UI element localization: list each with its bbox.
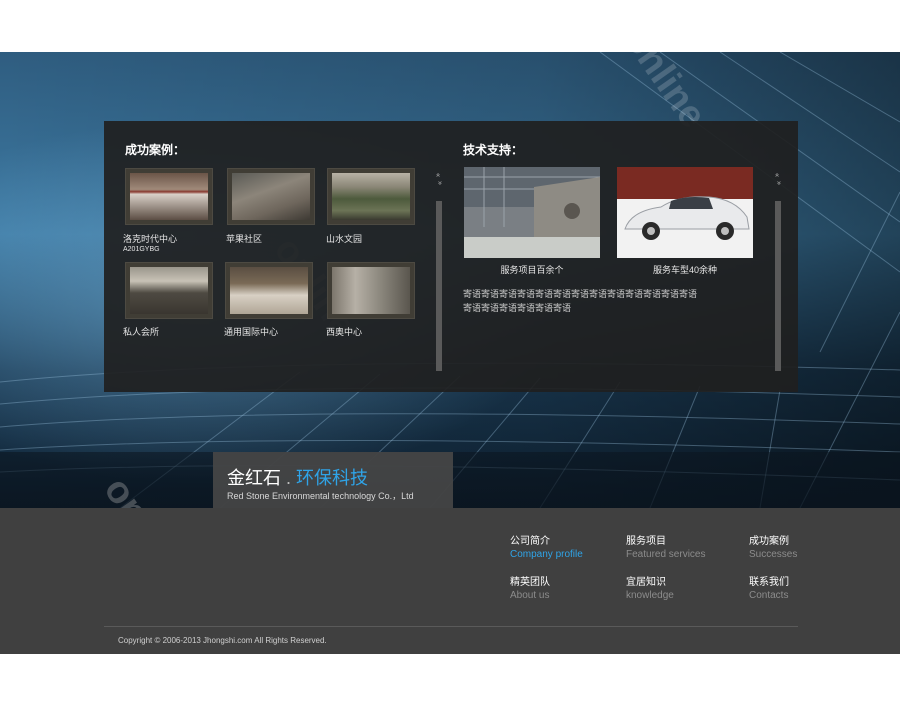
footer-link-cn[interactable]: 宜居知识 <box>626 576 674 589</box>
car-photo <box>617 167 753 258</box>
footer-link-en[interactable]: Successes <box>749 548 797 561</box>
footer-link-cn[interactable]: 服务项目 <box>626 535 705 548</box>
brand-dot: . <box>286 468 292 488</box>
tech-image-2[interactable] <box>617 167 753 258</box>
footer-link-cn[interactable]: 成功案例 <box>749 535 797 548</box>
footer-link-en[interactable]: About us <box>510 589 550 602</box>
case-image <box>332 267 410 314</box>
brand-box: 金红石 . 环保科技 Red Stone Environmental techn… <box>213 452 453 508</box>
scroll-up-icon[interactable]: » <box>435 171 443 179</box>
footer-link-featured-services[interactable]: 服务项目 Featured services <box>626 535 705 561</box>
tech-scrollbar[interactable]: » » <box>774 171 782 371</box>
scroll-up-icon[interactable]: » <box>774 171 782 179</box>
case-thumb-3[interactable] <box>327 168 415 225</box>
footer-link-cn[interactable]: 精英团队 <box>510 576 550 589</box>
footer-link-en[interactable]: Contacts <box>749 589 789 602</box>
scroll-track[interactable] <box>436 201 442 371</box>
scroll-down-icon[interactable]: » <box>435 179 443 187</box>
cases-title: 成功案例： <box>125 143 186 157</box>
case-thumb-4[interactable] <box>125 262 213 319</box>
case-label: 西奥中心 <box>326 327 363 337</box>
footer: 公司简介 Company profile 服务项目 Featured servi… <box>0 508 900 654</box>
tech-caption: 服务项目百余个 <box>500 265 564 275</box>
case-label[interactable]: 洛克时代中心 <box>123 234 177 245</box>
brand-name: 金红石 . 环保科技 <box>227 464 368 490</box>
case-sublabel: A201GYBG <box>123 246 160 253</box>
footer-link-contacts[interactable]: 联系我们 Contacts <box>749 576 789 602</box>
tech-title: 技术支持： <box>463 143 524 157</box>
case-label[interactable]: 通用国际中心 <box>224 327 278 338</box>
tech-image-1[interactable] <box>464 167 600 258</box>
case-thumb-2[interactable] <box>227 168 315 225</box>
case-image <box>130 173 208 220</box>
case-thumb-1[interactable] <box>125 168 213 225</box>
case-label[interactable]: 苹果社区 <box>226 234 262 245</box>
brand-accent: 环保科技 <box>296 468 369 488</box>
footer-link-about-us[interactable]: 精英团队 About us <box>510 576 550 602</box>
brand-name-en: Red Stone Environmental technology Co.，L… <box>227 491 414 501</box>
footer-link-en[interactable]: knowledge <box>626 589 674 602</box>
scroll-track[interactable] <box>775 201 781 371</box>
content-panel: 成功案例： 洛克时代中心 A201GYBG 苹果社区 山水文园 私人会所 通用国… <box>104 121 798 392</box>
case-image <box>332 173 410 220</box>
case-label[interactable]: 山水文园 <box>326 234 362 245</box>
footer-link-successes[interactable]: 成功案例 Successes <box>749 535 797 561</box>
footer-link-cn[interactable]: 公司简介 <box>510 535 583 548</box>
case-image <box>230 267 308 314</box>
case-image <box>130 267 208 314</box>
building-photo <box>464 167 600 258</box>
footer-link-en[interactable]: Company profile <box>510 548 583 561</box>
copyright: Copyright © 2006-2013 Jhongshi.com All R… <box>118 636 327 645</box>
footer-link-cn[interactable]: 联系我们 <box>749 576 789 589</box>
footer-divider <box>104 626 798 627</box>
footer-link-knowledge[interactable]: 宜居知识 knowledge <box>626 576 674 602</box>
scroll-down-icon[interactable]: » <box>774 179 782 187</box>
case-image <box>232 173 310 220</box>
tech-caption: 服务车型40余种 <box>652 265 717 275</box>
footer-link-en[interactable]: Featured services <box>626 548 705 561</box>
brand-name-cn: 金红石 <box>227 468 281 488</box>
cases-scrollbar[interactable]: » » <box>435 171 443 371</box>
footer-link-company-profile[interactable]: 公司简介 Company profile <box>510 535 583 561</box>
case-label[interactable]: 私人会所 <box>123 327 159 338</box>
tech-description: 寄语寄语寄语寄语寄语寄语寄语寄语寄语寄语寄语寄语寄语寄语寄语寄语寄语寄语寄语 <box>463 289 698 313</box>
case-thumb-5[interactable] <box>225 262 313 319</box>
case-thumb-6[interactable] <box>327 262 415 319</box>
